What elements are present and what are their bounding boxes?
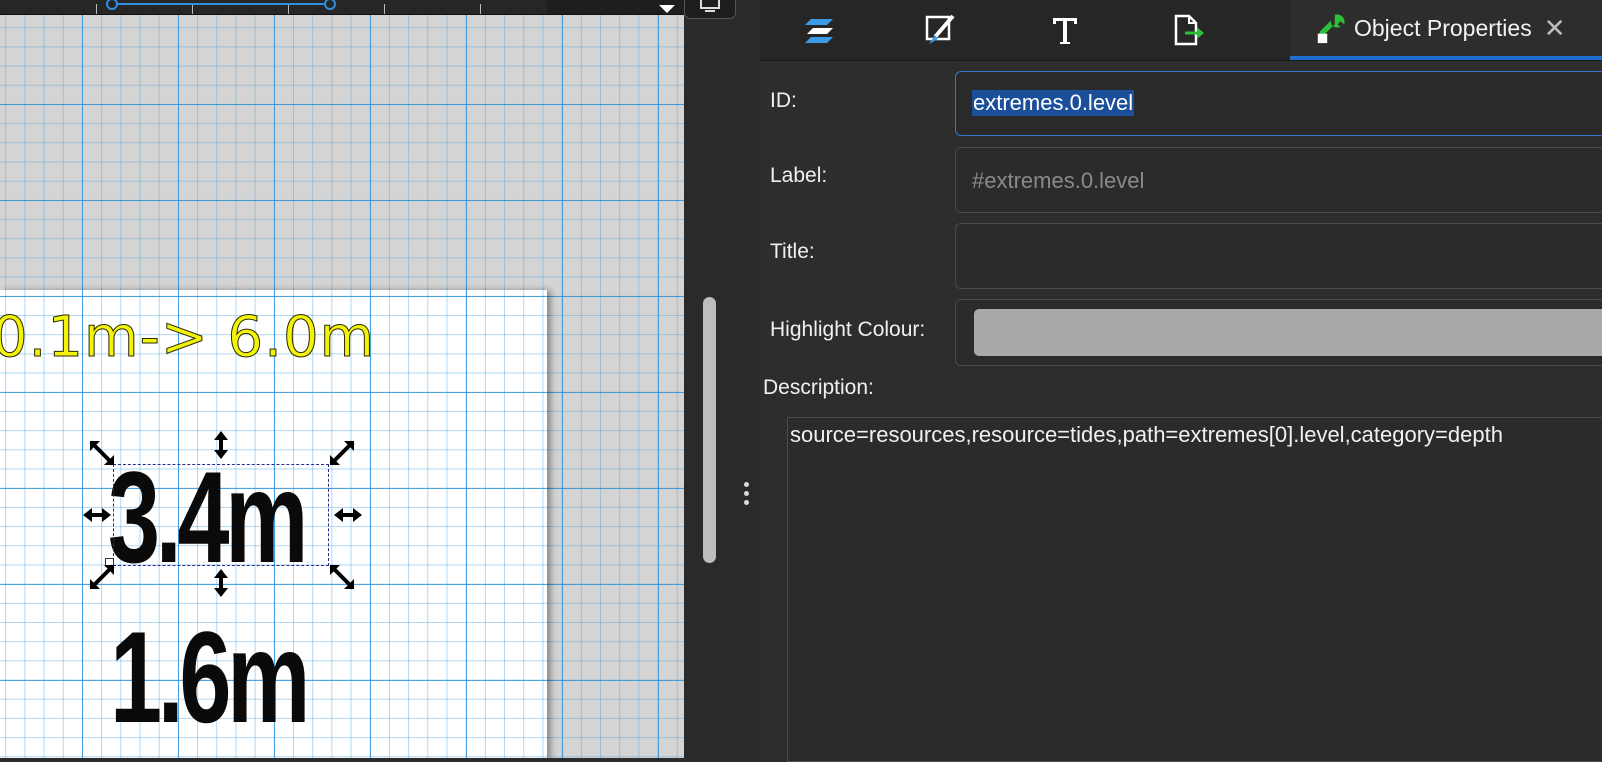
properties-panel: Object Properties ✕ ID: extremes.0.level…: [760, 0, 1602, 762]
tab-style[interactable]: [910, 0, 970, 60]
range-text-object[interactable]: 0.1m-> 6.0m: [0, 309, 375, 366]
diagonal-arrow-icon: [89, 564, 115, 590]
drawing-canvas[interactable]: 0.1m-> 6.0m 3.4m 1.6m: [0, 0, 684, 758]
ruler-tick: [96, 4, 97, 14]
highlight-colour-swatch[interactable]: [974, 309, 1602, 356]
ruler-tick: [288, 4, 289, 14]
layers-icon: [805, 19, 833, 43]
diagonal-arrow-icon: [329, 564, 355, 590]
horizontal-arrow-icon: [83, 508, 111, 522]
text-icon: [1053, 18, 1077, 44]
title-input[interactable]: [955, 223, 1602, 289]
resize-handle-left[interactable]: [82, 500, 112, 530]
horizontal-arrow-icon: [334, 508, 362, 522]
resize-handle-bottom-right[interactable]: [327, 562, 357, 592]
panel-splitter[interactable]: [684, 0, 760, 758]
text-object-value[interactable]: 1.6m: [110, 612, 310, 742]
panel-tab-bar: Object Properties ✕: [760, 0, 1602, 61]
title-field-label: Title:: [770, 240, 815, 263]
tab-object-properties[interactable]: Object Properties ✕: [1290, 0, 1602, 60]
export-document-icon: [1174, 14, 1204, 46]
description-textarea[interactable]: source=resources,resource=tides,path=ext…: [787, 417, 1602, 762]
description-label: Description:: [763, 376, 874, 399]
id-input-value: extremes.0.level: [972, 90, 1135, 116]
tab-text[interactable]: [1035, 0, 1095, 60]
id-input[interactable]: extremes.0.level: [955, 71, 1602, 136]
wrench-icon: [1317, 14, 1345, 44]
horizontal-ruler[interactable]: [0, 0, 684, 15]
diagonal-arrow-icon: [89, 440, 115, 466]
label-field-label: Label:: [770, 164, 828, 187]
resize-handle-bottom[interactable]: [206, 568, 236, 598]
highlight-colour-picker[interactable]: [955, 299, 1602, 366]
selection-range-indicator[interactable]: [106, 0, 336, 10]
display-toggle-button[interactable]: [684, 0, 736, 19]
resize-handle-bottom-left[interactable]: [87, 562, 117, 592]
resize-handle-right[interactable]: [333, 500, 363, 530]
ruler-tick: [480, 4, 481, 14]
ruler-tick: [192, 4, 193, 14]
tab-export[interactable]: [1158, 0, 1218, 60]
canvas-vertical-scrollbar[interactable]: [703, 297, 716, 563]
splitter-grip-icon[interactable]: [744, 482, 750, 509]
resize-handle-top-left[interactable]: [87, 438, 117, 468]
tab-layers[interactable]: [790, 0, 850, 60]
label-input-placeholder: #extremes.0.level: [972, 168, 1145, 193]
selected-text-object-value[interactable]: 3.4m: [108, 452, 308, 582]
tab-object-properties-label: Object Properties: [1354, 14, 1532, 41]
paint-brush-icon: [925, 14, 955, 44]
resize-handle-top[interactable]: [206, 430, 236, 460]
resize-handle-top-right[interactable]: [327, 438, 357, 468]
close-icon[interactable]: ✕: [1544, 13, 1566, 44]
vertical-arrow-icon: [214, 431, 228, 459]
vertical-arrow-icon: [214, 569, 228, 597]
id-field-label: ID:: [770, 89, 797, 112]
highlight-colour-label: Highlight Colour:: [770, 318, 926, 341]
ruler-tick: [384, 4, 385, 14]
ruler-menu-caret-icon[interactable]: [659, 5, 675, 13]
label-input[interactable]: #extremes.0.level: [955, 147, 1602, 213]
diagonal-arrow-icon: [329, 440, 355, 466]
monitor-icon: [700, 0, 720, 12]
description-text: source=resources,resource=tides,path=ext…: [790, 422, 1503, 447]
